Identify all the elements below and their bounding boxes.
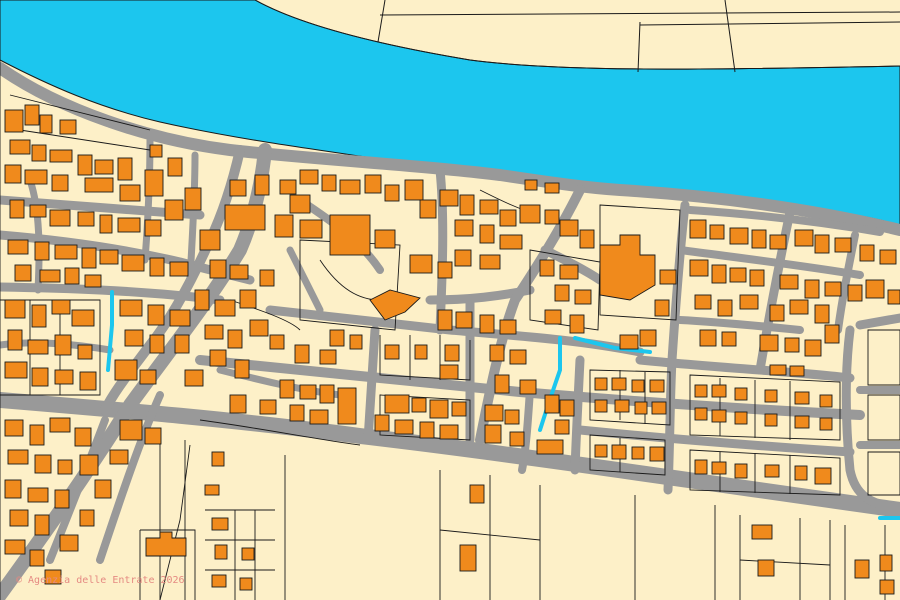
cadastral-map[interactable]: © Agenzia delle Entrate 2026	[0, 0, 900, 600]
attribution-text: © Agenzia delle Entrate 2026	[16, 575, 185, 586]
